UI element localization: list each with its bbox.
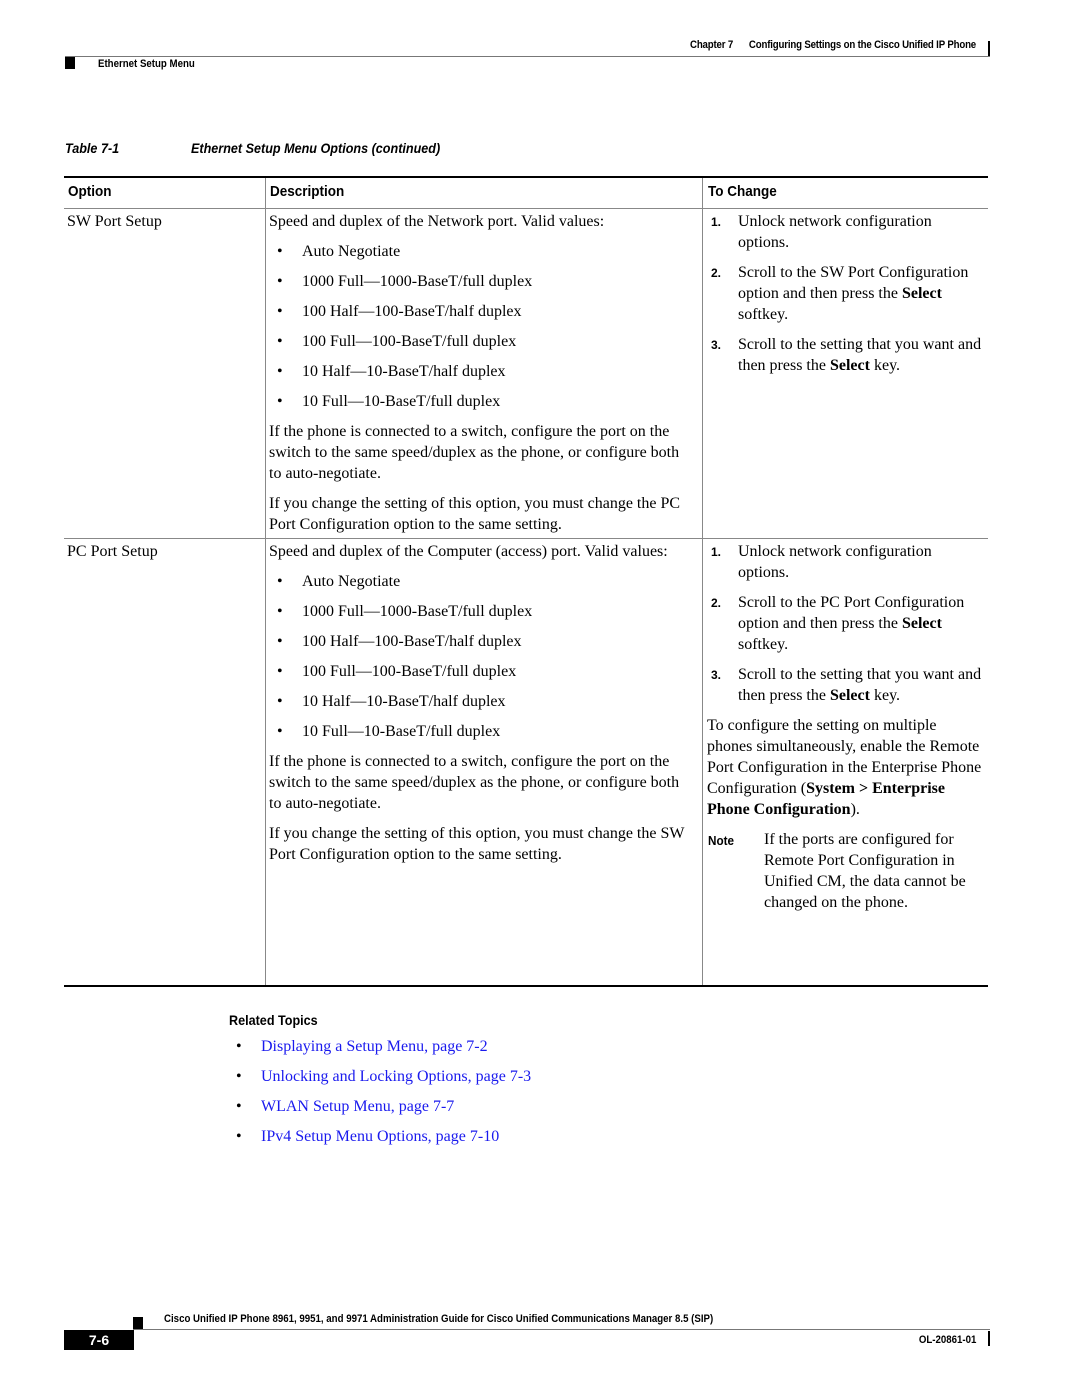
footer-marker bbox=[133, 1317, 143, 1329]
option-name: SW Port Setup bbox=[67, 213, 162, 230]
related-topics-list: • Displaying a Setup Menu, page 7-2 • Unlo… bbox=[229, 1037, 531, 1157]
guide-title: Cisco Unified IP Phone 8961, 9951, and 9… bbox=[164, 1313, 714, 1325]
chapter-number: Chapter 7 bbox=[689, 39, 734, 51]
options-table: Option Description To Change SW Port Set… bbox=[64, 176, 988, 987]
note-text: If the ports are configured for Remote P… bbox=[764, 831, 966, 911]
step-item: 3. Scroll to the setting that you want an… bbox=[711, 666, 982, 704]
value-item: • 10 Full—10-BaseT/full duplex bbox=[277, 393, 501, 410]
bullet-icon: • bbox=[277, 573, 283, 590]
related-topic-item: • Displaying a Setup Menu, page 7-2 bbox=[229, 1037, 531, 1067]
bullet-icon: • bbox=[236, 1068, 242, 1085]
page-number: 7-6 bbox=[64, 1330, 134, 1350]
description-paragraph: If the phone is connected to a switch, c… bbox=[269, 423, 680, 482]
value-item: • Auto Negotiate bbox=[277, 573, 401, 590]
bullet-icon: • bbox=[277, 603, 283, 620]
step-item: 1. Unlock network configuration options. bbox=[711, 213, 932, 251]
link-displaying-setup-menu[interactable]: Displaying a Setup Menu, page 7-2 bbox=[261, 1038, 488, 1055]
bullet-icon: • bbox=[277, 333, 283, 350]
table-row: SW Port Setup Speed and duplex of the Ne… bbox=[64, 209, 988, 539]
bullet-icon: • bbox=[277, 243, 283, 260]
option-name: PC Port Setup bbox=[67, 543, 158, 560]
to-change-cell: 1. Unlock network configuration options. … bbox=[707, 539, 985, 913]
header-rule bbox=[65, 56, 990, 57]
value-item: • 100 Full—100-BaseT/full duplex bbox=[277, 333, 517, 350]
step-item: 2. Scroll to the SW Port Configuration op… bbox=[711, 264, 969, 323]
running-header-chapter: Chapter 7 Configuring Settings on the Cis… bbox=[690, 39, 976, 51]
column-header-option: Option bbox=[68, 183, 112, 200]
description-paragraph: If the phone is connected to a switch, c… bbox=[269, 753, 680, 812]
bullet-icon: • bbox=[277, 393, 283, 410]
document-number: OL-20861-01 bbox=[918, 1334, 976, 1346]
value-item: • 10 Half—10-BaseT/half duplex bbox=[277, 693, 506, 710]
column-header-description: Description bbox=[270, 183, 345, 200]
table-caption: Table 7-1 Ethernet Setup Menu Options (c… bbox=[65, 140, 440, 156]
multi-phone-instructions: To configure the setting on multiple pho… bbox=[707, 717, 982, 818]
to-change-cell: 1. Unlock network configuration options. … bbox=[707, 209, 985, 385]
description-cell: Speed and duplex of the Computer (access… bbox=[269, 539, 694, 874]
table-title: Ethernet Setup Menu Options (continued) bbox=[191, 140, 441, 156]
value-item: • 100 Half—100-BaseT/half duplex bbox=[277, 303, 522, 320]
bullet-icon: • bbox=[277, 723, 283, 740]
step-item: 3. Scroll to the setting that you want an… bbox=[711, 336, 982, 374]
table-header-row: Option Description To Change bbox=[64, 178, 988, 209]
related-topic-item: • WLAN Setup Menu, page 7-7 bbox=[229, 1097, 531, 1127]
footer-rule bbox=[133, 1329, 990, 1330]
bullet-icon: • bbox=[277, 273, 283, 290]
bullet-icon: • bbox=[236, 1128, 242, 1145]
value-item: • 1000 Full—1000-BaseT/full duplex bbox=[277, 603, 533, 620]
description-paragraph: If you change the setting of this option… bbox=[269, 825, 685, 863]
description-intro: Speed and duplex of the Computer (access… bbox=[269, 543, 668, 560]
value-item: • 100 Full—100-BaseT/full duplex bbox=[277, 663, 517, 680]
step-item: 1. Unlock network configuration options. bbox=[711, 543, 932, 581]
note-block: Note If the ports are configured for Rem… bbox=[707, 829, 985, 913]
bullet-icon: • bbox=[277, 663, 283, 680]
value-item: • 1000 Full—1000-BaseT/full duplex bbox=[277, 273, 533, 290]
description-intro: Speed and duplex of the Network port. Va… bbox=[269, 213, 605, 230]
link-wlan-setup-menu[interactable]: WLAN Setup Menu, page 7-7 bbox=[261, 1098, 454, 1115]
description-paragraph: If you change the setting of this option… bbox=[269, 495, 681, 533]
header-bar bbox=[988, 41, 990, 56]
section-title: Ethernet Setup Menu bbox=[98, 58, 195, 70]
bullet-icon: • bbox=[277, 693, 283, 710]
description-cell: Speed and duplex of the Network port. Va… bbox=[269, 209, 694, 544]
related-topics-heading: Related Topics bbox=[229, 1012, 318, 1028]
header-marker bbox=[65, 57, 75, 69]
bullet-icon: • bbox=[236, 1098, 242, 1115]
bullet-icon: • bbox=[236, 1038, 242, 1055]
bullet-icon: • bbox=[277, 633, 283, 650]
value-item: • Auto Negotiate bbox=[277, 243, 401, 260]
footer-bar bbox=[988, 1331, 990, 1346]
related-topic-item: • Unlocking and Locking Options, page 7-3 bbox=[229, 1067, 531, 1097]
chapter-title: Configuring Settings on the Cisco Unifie… bbox=[748, 39, 976, 51]
bullet-icon: • bbox=[277, 363, 283, 380]
related-topic-item: • IPv4 Setup Menu Options, page 7-10 bbox=[229, 1127, 531, 1157]
column-header-to-change: To Change bbox=[708, 183, 777, 200]
step-item: 2. Scroll to the PC Port Configuration op… bbox=[711, 594, 965, 653]
value-item: • 10 Half—10-BaseT/half duplex bbox=[277, 363, 506, 380]
link-ipv4-setup-menu-options[interactable]: IPv4 Setup Menu Options, page 7-10 bbox=[261, 1128, 499, 1145]
bullet-icon: • bbox=[277, 303, 283, 320]
value-item: • 100 Half—100-BaseT/half duplex bbox=[277, 633, 522, 650]
link-unlocking-locking-options[interactable]: Unlocking and Locking Options, page 7-3 bbox=[261, 1068, 531, 1085]
note-label: Note bbox=[708, 833, 735, 848]
value-item: • 10 Full—10-BaseT/full duplex bbox=[277, 723, 501, 740]
table-row: PC Port Setup Speed and duplex of the Co… bbox=[64, 539, 988, 987]
table-label: Table 7-1 bbox=[65, 140, 120, 156]
